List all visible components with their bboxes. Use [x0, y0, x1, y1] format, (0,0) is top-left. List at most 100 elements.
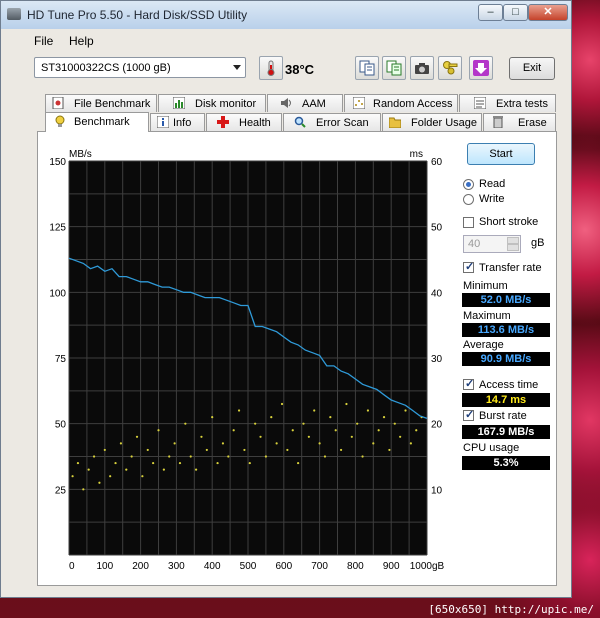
- trash-icon: [493, 116, 503, 128]
- tab-file-benchmark[interactable]: File Benchmark: [45, 94, 157, 112]
- access-time-point: [297, 461, 300, 465]
- access-time-point: [232, 429, 235, 432]
- access-time-point: [399, 435, 402, 438]
- tab-health[interactable]: Health: [206, 113, 282, 131]
- lightbulb-icon: [55, 115, 65, 127]
- thermometer-icon: [267, 60, 275, 76]
- speaker-icon: [281, 98, 291, 108]
- minimize-button[interactable]: –: [478, 4, 503, 21]
- read-radio[interactable]: [463, 179, 474, 190]
- access-time-point: [205, 448, 208, 452]
- tab-error-scan[interactable]: Error Scan: [283, 113, 381, 131]
- access-time-point: [393, 422, 396, 425]
- access-time-checkbox[interactable]: [463, 377, 474, 390]
- access-time-point: [98, 481, 101, 484]
- access-time-point: [162, 468, 165, 471]
- maximize-button[interactable]: □: [503, 4, 528, 21]
- copy-all-button[interactable]: [382, 56, 406, 80]
- y-right-tick-label: 60: [431, 157, 443, 168]
- close-button[interactable]: ✕: [528, 4, 568, 21]
- menu-file[interactable]: File: [34, 34, 53, 48]
- stepper-up-icon[interactable]: [507, 237, 519, 244]
- camera-icon: [415, 63, 429, 74]
- y-left-tick-label: 50: [55, 420, 67, 431]
- options-button[interactable]: [438, 56, 462, 80]
- extra-tests-icon: [474, 97, 486, 109]
- chevron-down-icon: [233, 65, 241, 70]
- transfer-rate-checkbox[interactable]: [463, 260, 474, 273]
- temperature-button[interactable]: [259, 56, 283, 80]
- burst-rate-value: 167.9 MB/s: [462, 425, 550, 439]
- y-right-tick-label: 30: [431, 354, 443, 365]
- minimum-value: 52.0 MB/s: [462, 293, 550, 307]
- access-time-point: [302, 422, 305, 425]
- access-time-point: [119, 442, 123, 445]
- access-time-point: [372, 442, 375, 445]
- x-tick-label: 500: [240, 561, 257, 572]
- access-time-point: [361, 455, 364, 458]
- x-tick-label: 300: [168, 561, 185, 572]
- access-time-point: [307, 435, 310, 438]
- access-time-point: [135, 435, 139, 438]
- copy-icon: [359, 60, 375, 76]
- x-tick-label: 700: [311, 561, 328, 572]
- y-right-tick-label: 20: [431, 420, 443, 431]
- access-time-point: [146, 448, 149, 452]
- maximum-label: Maximum: [463, 310, 511, 322]
- access-time-point: [157, 429, 160, 432]
- start-button[interactable]: Start: [467, 143, 535, 165]
- stepper-down-icon[interactable]: [507, 244, 519, 251]
- access-time-point: [313, 409, 316, 412]
- tab-disk-monitor[interactable]: Disk monitor: [158, 94, 266, 112]
- y-left-tick-label: 100: [49, 288, 66, 299]
- access-time-point: [211, 416, 214, 419]
- exit-button[interactable]: Exit: [509, 57, 555, 80]
- cpu-usage-value: 5.3%: [462, 456, 550, 470]
- access-time-point: [254, 422, 257, 425]
- tab-erase[interactable]: Erase: [483, 113, 556, 131]
- average-value: 90.9 MB/s: [462, 352, 550, 366]
- access-time-point: [109, 475, 112, 478]
- screenshot-button[interactable]: [410, 56, 434, 80]
- health-cross-icon: [217, 116, 229, 128]
- disk-monitor-icon: [173, 97, 185, 109]
- app-icon: [7, 8, 21, 20]
- copy-info-button[interactable]: [355, 56, 379, 80]
- access-time-point: [227, 455, 230, 458]
- y-right-tick-label: 40: [431, 288, 443, 299]
- tab-extra-tests[interactable]: Extra tests: [459, 94, 556, 112]
- drive-select[interactable]: ST31000322CS (1000 gB): [34, 57, 246, 78]
- tab-aam[interactable]: AAM: [267, 94, 343, 112]
- write-radio[interactable]: [463, 194, 474, 205]
- tab-random-access[interactable]: Random Access: [344, 94, 458, 112]
- access-time-point: [178, 461, 182, 465]
- tab-folder-usage[interactable]: Folder Usage: [382, 113, 482, 131]
- write-label: Write: [479, 193, 505, 205]
- access-time-point: [409, 442, 412, 445]
- x-tick-label: 100: [96, 561, 113, 572]
- burst-rate-label: Burst rate: [479, 410, 527, 422]
- short-stroke-value: 40: [468, 238, 481, 250]
- tab-info[interactable]: Info: [150, 113, 205, 131]
- average-label: Average: [463, 339, 504, 351]
- grid: [68, 160, 428, 556]
- copy-all-icon: [386, 60, 402, 76]
- access-time-label: Access time: [479, 379, 539, 391]
- access-time-point: [339, 448, 343, 452]
- burst-rate-checkbox[interactable]: [463, 408, 474, 421]
- save-button[interactable]: [469, 56, 493, 80]
- access-time-point: [82, 488, 85, 491]
- access-time-point: [114, 461, 117, 465]
- menu-help[interactable]: Help: [69, 34, 94, 48]
- short-stroke-stepper[interactable]: 40: [463, 235, 521, 253]
- short-stroke-checkbox[interactable]: [463, 217, 474, 228]
- tab-benchmark[interactable]: Benchmark: [45, 112, 149, 132]
- left-axis-unit: MB/s: [69, 149, 92, 160]
- access-time-point: [200, 435, 203, 438]
- access-time-point: [216, 461, 219, 465]
- short-stroke-label: Short stroke: [479, 216, 539, 228]
- access-time-point: [259, 435, 262, 438]
- title-bar[interactable]: HD Tune Pro 5.50 - Hard Disk/SSD Utility…: [1, 1, 571, 29]
- x-tick-label: 400: [204, 561, 221, 572]
- access-time-point: [356, 422, 359, 425]
